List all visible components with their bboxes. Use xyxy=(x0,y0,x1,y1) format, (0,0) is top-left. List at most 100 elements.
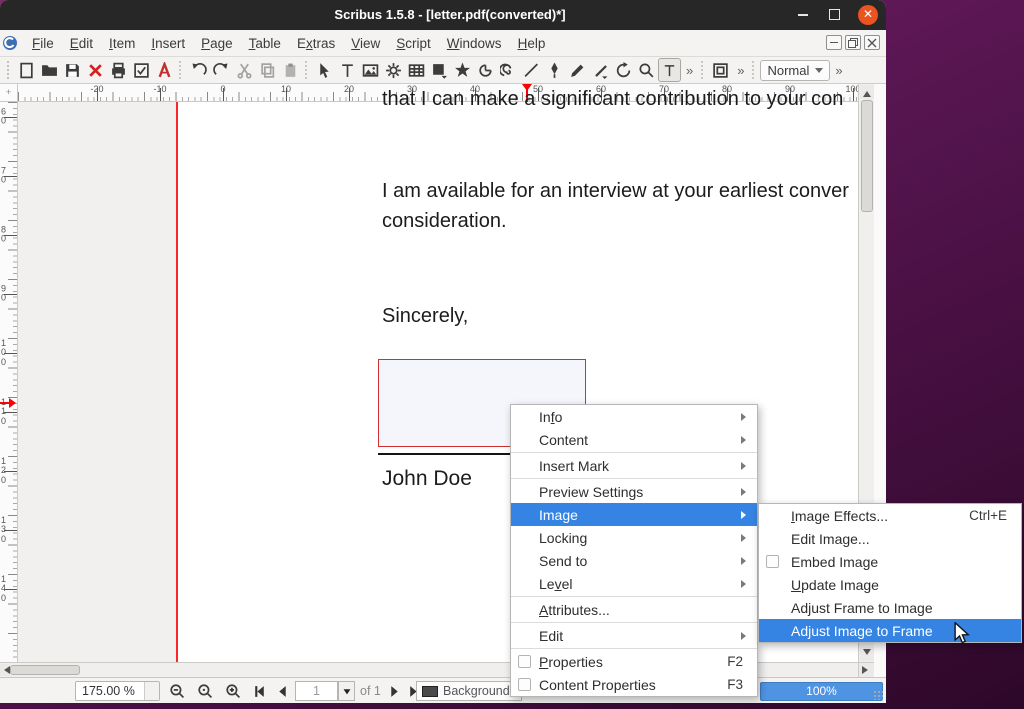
export-pdf-icon[interactable] xyxy=(153,58,176,82)
toolbar-overflow-icon[interactable]: » xyxy=(681,63,698,78)
maximize-icon[interactable] xyxy=(829,9,840,20)
insert-shape-icon[interactable] xyxy=(428,58,451,82)
menubar-item-insert[interactable]: Insert xyxy=(143,32,193,55)
paste-icon[interactable] xyxy=(279,58,302,82)
mdi-restore-icon[interactable] xyxy=(845,35,861,50)
letter-body-line-1[interactable]: I am available for an interview at your … xyxy=(382,180,849,203)
insert-polygon-icon[interactable] xyxy=(451,58,474,82)
next-page-icon[interactable] xyxy=(383,682,405,700)
copy-icon[interactable] xyxy=(256,58,279,82)
context-menu-item-locking[interactable]: Locking xyxy=(511,526,757,549)
edit-text-icon[interactable] xyxy=(658,58,681,82)
insert-freehand-icon[interactable] xyxy=(566,58,589,82)
select-item-icon[interactable] xyxy=(313,58,336,82)
ruler-origin-corner[interactable]: + xyxy=(0,84,18,102)
zoom-out-icon[interactable] xyxy=(166,682,188,700)
cut-icon[interactable] xyxy=(233,58,256,82)
menubar-item-table[interactable]: Table xyxy=(241,32,289,55)
context-menu-item-send-to[interactable]: Send to xyxy=(511,549,757,572)
scroll-down-icon[interactable] xyxy=(860,647,874,661)
context-menu-item-attributes[interactable]: Attributes... xyxy=(511,598,757,621)
menubar-item-help[interactable]: Help xyxy=(510,32,554,55)
context-menu-item-insert-mark[interactable]: Insert Mark xyxy=(511,454,757,477)
menubar-item-page[interactable]: Page xyxy=(193,32,241,55)
spin-up-icon[interactable] xyxy=(149,684,155,690)
context-menu-item-preview-settings[interactable]: Preview Settings xyxy=(511,480,757,503)
minimize-icon[interactable] xyxy=(798,14,808,16)
layer-select-value: Background xyxy=(443,684,510,698)
mdi-minimize-icon[interactable] xyxy=(826,35,842,50)
image-submenu-item-edit-image[interactable]: Edit Image... xyxy=(759,527,1021,550)
insert-table-icon[interactable] xyxy=(405,58,428,82)
menubar-item-edit[interactable]: Edit xyxy=(62,32,101,55)
image-submenu-item-update-image[interactable]: Update Image xyxy=(759,573,1021,596)
mdi-close-icon[interactable] xyxy=(864,35,880,50)
scribus-logo-icon[interactable] xyxy=(2,35,18,51)
insert-image-frame-icon[interactable] xyxy=(359,58,382,82)
insert-render-frame-icon[interactable] xyxy=(382,58,405,82)
menubar-item-item[interactable]: Item xyxy=(101,32,143,55)
open-document-icon[interactable] xyxy=(38,58,61,82)
image-submenu-item-image-effects[interactable]: Image Effects...Ctrl+E xyxy=(759,504,1021,527)
insert-spiral-icon[interactable] xyxy=(497,58,520,82)
context-menu-item-content[interactable]: Content xyxy=(511,428,757,451)
first-page-icon[interactable] xyxy=(248,682,270,700)
save-document-icon[interactable] xyxy=(61,58,84,82)
zoom-in-icon[interactable] xyxy=(222,682,244,700)
close-icon[interactable]: ✕ xyxy=(858,5,878,25)
vertical-ruler[interactable]: 6 07 08 09 01 0 01 1 01 2 01 3 01 4 0 xyxy=(0,102,18,662)
menubar-item-view[interactable]: View xyxy=(343,32,388,55)
scroll-left-icon[interactable] xyxy=(0,664,10,676)
previous-page-icon[interactable] xyxy=(271,682,293,700)
letter-closing-line[interactable]: Sincerely, xyxy=(382,305,468,328)
context-menu-item-level[interactable]: Level xyxy=(511,572,757,595)
print-document-icon[interactable] xyxy=(107,58,130,82)
insert-bezier-icon[interactable] xyxy=(543,58,566,82)
insert-calligraphy-icon[interactable] xyxy=(589,58,612,82)
image-submenu-item-adjust-image-to-frame[interactable]: Adjust Image to Frame xyxy=(759,619,1021,642)
mode-toolbar-overflow-icon[interactable]: » xyxy=(830,63,847,78)
letter-clipped-line[interactable]: that I can make a significant contributi… xyxy=(382,88,855,111)
pdf-toolbar-overflow-icon[interactable]: » xyxy=(732,63,749,78)
menubar-item-script[interactable]: Script xyxy=(388,32,439,55)
context-menu-item-image[interactable]: Image xyxy=(511,503,757,526)
zoom-level-spinner[interactable]: 175.00 % xyxy=(75,681,160,701)
mode-select[interactable]: Normal xyxy=(760,60,830,81)
vertical-scrollbar-thumb[interactable] xyxy=(861,100,873,212)
resize-grip[interactable] xyxy=(873,690,883,700)
menubar-item-file[interactable]: File xyxy=(24,32,62,55)
menubar-item-extras[interactable]: Extras xyxy=(289,32,343,55)
redo-icon[interactable] xyxy=(210,58,233,82)
toolbar-drag-handle[interactable] xyxy=(7,61,12,79)
image-submenu-item-adjust-frame-to-image[interactable]: Adjust Frame to Image xyxy=(759,596,1021,619)
insert-arc-icon[interactable] xyxy=(474,58,497,82)
context-menu-item-edit[interactable]: Edit xyxy=(511,624,757,647)
spin-down-icon[interactable] xyxy=(149,692,155,698)
menubar-item-windows[interactable]: Windows xyxy=(439,32,510,55)
spinner-arrows[interactable] xyxy=(144,682,159,700)
page-number-input[interactable]: 1 xyxy=(295,681,338,701)
new-document-icon[interactable] xyxy=(15,58,38,82)
close-document-icon[interactable] xyxy=(84,58,107,82)
rotate-item-icon[interactable] xyxy=(612,58,635,82)
pdf-frame-tool-icon[interactable] xyxy=(709,58,732,82)
scroll-up-icon[interactable] xyxy=(860,85,874,99)
context-menu-item-content-properties[interactable]: Content PropertiesF3 xyxy=(511,673,757,696)
menu-separator xyxy=(511,648,757,649)
image-submenu-item-embed-image[interactable]: Embed Image xyxy=(759,550,1021,573)
scroll-right-icon[interactable] xyxy=(858,662,874,677)
signature-name[interactable]: John Doe xyxy=(382,467,472,491)
insert-line-icon[interactable] xyxy=(520,58,543,82)
zoom-tool-icon[interactable] xyxy=(635,58,658,82)
page-dropdown-icon[interactable] xyxy=(338,681,355,701)
layer-select[interactable]: Background xyxy=(416,681,522,701)
context-menu-item-info[interactable]: Info xyxy=(511,405,757,428)
preflight-verifier-icon[interactable] xyxy=(130,58,153,82)
ruler-tick xyxy=(4,294,17,295)
horizontal-scrollbar-thumb[interactable] xyxy=(10,665,80,675)
context-menu-item-properties[interactable]: PropertiesF2 xyxy=(511,650,757,673)
zoom-default-icon[interactable] xyxy=(194,682,216,700)
letter-body-line-2[interactable]: consideration. xyxy=(382,210,507,233)
insert-text-frame-icon[interactable] xyxy=(336,58,359,82)
undo-icon[interactable] xyxy=(187,58,210,82)
